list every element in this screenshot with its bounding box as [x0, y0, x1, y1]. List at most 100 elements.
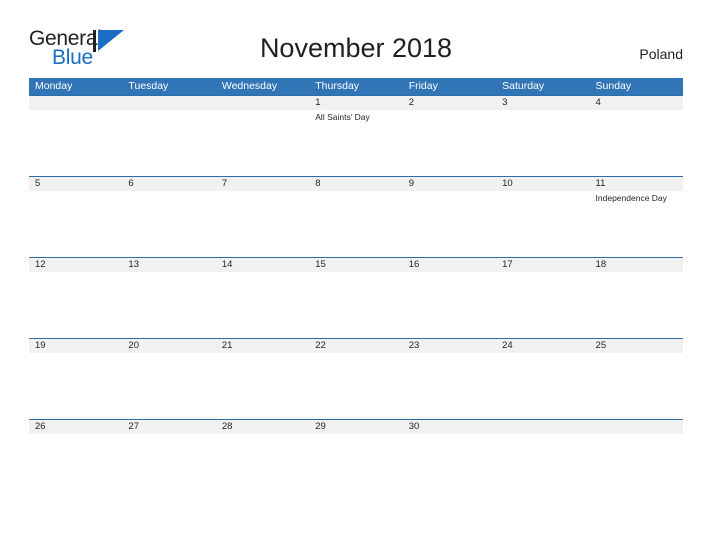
day-cell[interactable]: 26 — [29, 420, 122, 434]
day-cell[interactable]: 13 — [122, 258, 215, 272]
event-cell[interactable] — [309, 272, 402, 338]
event-cell[interactable] — [216, 434, 309, 500]
day-cell[interactable]: 19 — [29, 339, 122, 353]
event-cell[interactable] — [309, 191, 402, 257]
event-cell[interactable] — [29, 191, 122, 257]
day-number: 18 — [595, 259, 607, 270]
day-cell[interactable]: 20 — [122, 339, 215, 353]
event-cell[interactable] — [122, 110, 215, 176]
day-cell[interactable]: 6 — [122, 177, 215, 191]
week-row: 26 27 28 29 30 — [29, 419, 683, 500]
event-cell[interactable] — [29, 434, 122, 500]
event-cell[interactable] — [309, 434, 402, 500]
day-cell[interactable]: 23 — [403, 339, 496, 353]
day-cell[interactable]: 30 — [403, 420, 496, 434]
day-cell[interactable]: 14 — [216, 258, 309, 272]
week-row: 12 13 14 15 16 17 18 — [29, 257, 683, 338]
event-text: All Saints’ Day — [315, 112, 370, 122]
day-cell[interactable]: 24 — [496, 339, 589, 353]
event-cell[interactable] — [216, 191, 309, 257]
day-cell[interactable]: 16 — [403, 258, 496, 272]
event-cell[interactable] — [122, 434, 215, 500]
day-cell[interactable]: 15 — [309, 258, 402, 272]
weekday-header-monday: Monday — [35, 80, 73, 92]
day-cell[interactable]: 25 — [590, 339, 683, 353]
day-cell[interactable]: 10 — [496, 177, 589, 191]
event-cell[interactable] — [122, 353, 215, 419]
week-row: 5 6 7 8 9 10 11 Independence Day — [29, 176, 683, 257]
day-cell[interactable]: 5 — [29, 177, 122, 191]
day-number: 17 — [502, 259, 513, 270]
event-cell[interactable] — [590, 272, 683, 338]
event-cell[interactable] — [29, 353, 122, 419]
page-title: November 2018 — [259, 33, 453, 63]
day-cell[interactable]: 28 — [216, 420, 309, 434]
day-number: 4 — [595, 97, 601, 108]
day-number: 16 — [408, 259, 420, 270]
event-cell[interactable] — [403, 110, 496, 176]
day-cell[interactable]: 8 — [309, 177, 402, 191]
event-cell[interactable] — [496, 434, 589, 500]
event-cell[interactable] — [496, 272, 589, 338]
day-number: 3 — [502, 97, 508, 108]
event-cell[interactable]: Independence Day — [590, 191, 683, 257]
event-cell[interactable] — [122, 191, 215, 257]
day-cell[interactable] — [29, 96, 122, 110]
week-event-band — [29, 353, 683, 419]
day-cell[interactable]: 18 — [590, 258, 683, 272]
day-number: 13 — [128, 259, 139, 270]
weekday-header-thursday: Thursday — [315, 80, 360, 92]
event-cell[interactable] — [403, 191, 496, 257]
day-cell[interactable]: 4 — [590, 96, 683, 110]
day-cell[interactable]: 29 — [309, 420, 402, 434]
day-number: 22 — [315, 340, 326, 351]
event-cell[interactable] — [29, 110, 122, 176]
day-cell[interactable]: 12 — [29, 258, 122, 272]
week-event-band: All Saints’ Day — [29, 110, 683, 176]
week-date-band: 19 20 21 22 23 24 25 — [29, 339, 683, 353]
event-cell[interactable] — [590, 110, 683, 176]
day-number: 19 — [35, 340, 46, 351]
event-cell[interactable]: All Saints’ Day — [309, 110, 402, 176]
day-cell[interactable]: 2 — [403, 96, 496, 110]
event-cell[interactable] — [496, 353, 589, 419]
event-cell[interactable] — [403, 434, 496, 500]
event-cell[interactable] — [29, 272, 122, 338]
calendar-grid: Monday Tuesday Wednesday Thursday Friday… — [29, 78, 683, 500]
day-cell[interactable]: 1 — [309, 96, 402, 110]
week-date-band: 26 27 28 29 30 — [29, 420, 683, 434]
day-cell[interactable] — [590, 420, 683, 434]
day-cell[interactable] — [216, 96, 309, 110]
event-cell[interactable] — [403, 272, 496, 338]
event-cell[interactable] — [403, 353, 496, 419]
day-cell[interactable] — [496, 420, 589, 434]
day-cell[interactable]: 27 — [122, 420, 215, 434]
event-cell[interactable] — [216, 353, 309, 419]
day-cell[interactable]: 21 — [216, 339, 309, 353]
event-cell[interactable] — [309, 353, 402, 419]
day-cell[interactable]: 7 — [216, 177, 309, 191]
day-cell[interactable]: 9 — [403, 177, 496, 191]
week-row: 19 20 21 22 23 24 25 — [29, 338, 683, 419]
event-cell[interactable] — [496, 110, 589, 176]
day-number: 14 — [221, 259, 233, 270]
day-number: 5 — [35, 178, 41, 189]
day-cell[interactable]: 22 — [309, 339, 402, 353]
week-row: 1 2 3 4 All Saints’ Day — [29, 95, 683, 176]
event-cell[interactable] — [122, 272, 215, 338]
day-cell[interactable]: 17 — [496, 258, 589, 272]
week-event-band: Independence Day — [29, 191, 683, 257]
week-date-band: 1 2 3 4 — [29, 96, 683, 110]
day-cell[interactable]: 3 — [496, 96, 589, 110]
event-cell[interactable] — [216, 110, 309, 176]
event-cell[interactable] — [590, 434, 683, 500]
day-number: 25 — [595, 340, 607, 351]
day-cell[interactable] — [122, 96, 215, 110]
day-number: 21 — [221, 340, 233, 351]
event-cell[interactable] — [216, 272, 309, 338]
day-cell[interactable]: 11 — [590, 177, 683, 191]
day-number: 2 — [408, 97, 414, 108]
event-cell[interactable] — [590, 353, 683, 419]
event-cell[interactable] — [496, 191, 589, 257]
weekday-header-wednesday: Wednesday — [221, 80, 278, 92]
